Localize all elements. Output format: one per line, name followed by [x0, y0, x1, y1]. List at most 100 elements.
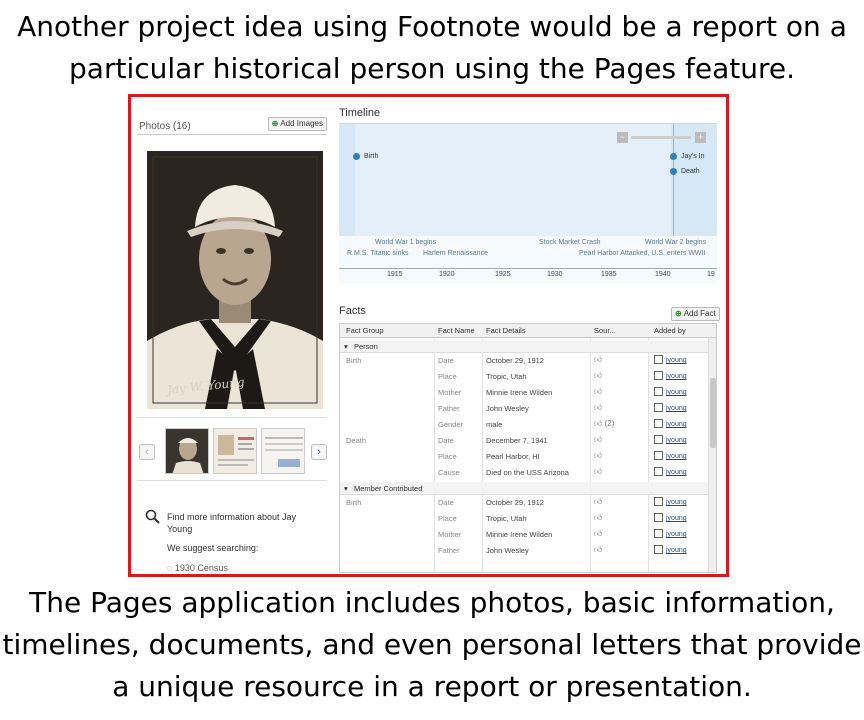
- header-fact-details[interactable]: Fact Details: [486, 326, 526, 335]
- cell-added-by[interactable]: jyoung: [654, 513, 687, 522]
- header-source[interactable]: Sour...: [594, 326, 616, 335]
- user-icon: [654, 545, 663, 554]
- timeline-event-label[interactable]: World War 2 begins: [645, 239, 706, 246]
- thumbs-up-icon[interactable]: 👍︎: [594, 529, 602, 538]
- table-row[interactable]: Place Pearl Harbor, HI 👍︎ jyoung: [340, 449, 710, 465]
- timeline-event-label[interactable]: World War 1 begins: [375, 239, 436, 246]
- cell-source[interactable]: 👍︎ (2): [594, 419, 614, 429]
- cell-fact-group: Birth: [346, 356, 362, 365]
- table-row[interactable]: Place Tropic, Utah 👍︎ jyoung: [340, 511, 710, 527]
- thumbs-up-icon[interactable]: 👍︎: [594, 467, 602, 476]
- cell-source[interactable]: 👍︎: [594, 467, 602, 477]
- added-by-link[interactable]: jyoung: [666, 453, 687, 460]
- cell-source[interactable]: 👍︎: [594, 371, 602, 381]
- thumbs-up-icon[interactable]: 👍︎: [594, 387, 602, 396]
- expand-icon[interactable]: ▾: [344, 484, 348, 493]
- table-row[interactable]: Birth Date October 29, 1912 👍︎ jyoung: [340, 353, 710, 369]
- cell-added-by[interactable]: jyoung: [654, 467, 687, 476]
- added-by-link[interactable]: jyoung: [666, 389, 687, 396]
- cell-added-by[interactable]: jyoung: [654, 371, 687, 380]
- timeline-event-label[interactable]: Stock Market Crash: [539, 239, 600, 246]
- timeline-event-dot[interactable]: [353, 153, 360, 160]
- added-by-link[interactable]: jyoung: [666, 437, 687, 444]
- thumbs-up-icon[interactable]: 👍︎: [594, 545, 602, 554]
- header-fact-group[interactable]: Fact Group: [346, 326, 384, 335]
- table-row[interactable]: Mother Minnie Irene Wilden 👍︎ jyoung: [340, 385, 710, 401]
- fact-group-row[interactable]: ▾ Person: [340, 340, 710, 353]
- cell-source[interactable]: 👍︎: [594, 435, 602, 445]
- photos-panel: Photos (16) ⊕ Add Images Jay W. Young ‹ …: [133, 99, 329, 574]
- main-photo[interactable]: Jay W. Young: [147, 151, 323, 409]
- timeline-event-dot[interactable]: [670, 168, 677, 175]
- table-row[interactable]: Birth Date October 29, 1912 👍︎ jyoung: [340, 495, 710, 511]
- cell-source[interactable]: 👍︎: [594, 513, 602, 523]
- census-link[interactable]: ◌ 1930 Census: [167, 563, 228, 573]
- census-label: 1930 Census: [174, 563, 228, 573]
- cell-added-by[interactable]: jyoung: [654, 497, 687, 506]
- table-row[interactable]: Gender male 👍︎ (2) jyoung: [340, 417, 710, 433]
- cell-source[interactable]: 👍︎: [594, 529, 602, 539]
- thumbs-up-icon[interactable]: 👍︎: [594, 355, 602, 364]
- photo-thumbnail[interactable]: [165, 428, 209, 474]
- added-by-link[interactable]: jyoung: [666, 373, 687, 380]
- add-images-button[interactable]: ⊕ Add Images: [267, 117, 327, 131]
- expand-icon[interactable]: ▾: [344, 342, 348, 351]
- cell-source[interactable]: 👍︎: [594, 497, 602, 507]
- cell-added-by[interactable]: jyoung: [654, 419, 687, 428]
- cell-source[interactable]: 👍︎: [594, 545, 602, 555]
- cell-source[interactable]: 👍︎: [594, 403, 602, 413]
- added-by-link[interactable]: jyoung: [666, 405, 687, 412]
- added-by-link[interactable]: jyoung: [666, 547, 687, 554]
- zoom-slider[interactable]: [631, 136, 691, 139]
- thumbs-up-icon[interactable]: 👍︎: [594, 419, 602, 428]
- cell-fact-name: Date: [438, 498, 454, 507]
- add-fact-button[interactable]: ⊕ Add Fact: [671, 307, 720, 321]
- cell-source[interactable]: 👍︎: [594, 451, 602, 461]
- added-by-link[interactable]: jyoung: [666, 499, 687, 506]
- zoom-out-button[interactable]: −: [617, 132, 628, 143]
- fact-group-row[interactable]: ▾ Member Contributed: [340, 482, 710, 495]
- table-row[interactable]: Mother Minnie Irene Wilden 👍︎ jyoung: [340, 527, 710, 543]
- photo-thumbnail[interactable]: [261, 428, 305, 474]
- table-row[interactable]: Death Date December 7, 1941 👍︎ jyoung: [340, 433, 710, 449]
- timeline-panel[interactable]: − + Birth Jay's In Death World War 1 beg…: [339, 123, 717, 284]
- table-row[interactable]: Cause Died on the USS Arizona 👍︎ jyoung: [340, 465, 710, 481]
- header-added-by[interactable]: Added by: [654, 326, 686, 335]
- cell-added-by[interactable]: jyoung: [654, 451, 687, 460]
- scrollbar-thumb[interactable]: [710, 378, 716, 448]
- table-row[interactable]: Father John Wesley 👍︎ jyoung: [340, 543, 710, 559]
- cell-added-by[interactable]: jyoung: [654, 435, 687, 444]
- timeline-event-dot[interactable]: [670, 153, 677, 160]
- thumbs-up-icon[interactable]: 👍︎: [594, 451, 602, 460]
- timeline-event-label[interactable]: R.M.S. Titanic sinks: [347, 250, 408, 257]
- cell-added-by[interactable]: jyoung: [654, 545, 687, 554]
- zoom-in-button[interactable]: +: [695, 132, 706, 143]
- thumbs-up-icon[interactable]: 👍︎: [594, 435, 602, 444]
- cell-added-by[interactable]: jyoung: [654, 355, 687, 364]
- added-by-link[interactable]: jyoung: [666, 469, 687, 476]
- cell-added-by[interactable]: jyoung: [654, 529, 687, 538]
- thumbs-up-icon[interactable]: 👍︎: [594, 371, 602, 380]
- table-row[interactable]: Place Tropic, Utah 👍︎ jyoung: [340, 369, 710, 385]
- footnote-pages-screenshot: Photos (16) ⊕ Add Images Jay W. Young ‹ …: [128, 94, 729, 577]
- added-by-link[interactable]: jyoung: [666, 357, 687, 364]
- timeline-event-label[interactable]: Pearl Harbor Attacked, U.S. enters WWII: [579, 250, 705, 257]
- photo-thumbnail[interactable]: [213, 428, 257, 474]
- thumbs-up-icon[interactable]: 👍︎: [594, 403, 602, 412]
- added-by-link[interactable]: jyoung: [666, 421, 687, 428]
- cell-added-by[interactable]: jyoung: [654, 387, 687, 396]
- prev-photos-button[interactable]: ‹: [139, 444, 155, 460]
- added-by-link[interactable]: jyoung: [666, 515, 687, 522]
- facts-scrollbar[interactable]: [708, 338, 716, 572]
- cell-source[interactable]: 👍︎: [594, 355, 602, 365]
- cell-added-by[interactable]: jyoung: [654, 403, 687, 412]
- thumbs-up-icon[interactable]: 👍︎: [594, 497, 602, 506]
- cell-source[interactable]: 👍︎: [594, 387, 602, 397]
- added-by-link[interactable]: jyoung: [666, 531, 687, 538]
- next-photos-button[interactable]: ›: [311, 444, 327, 460]
- thumbs-up-icon[interactable]: 👍︎: [594, 513, 602, 522]
- timeline-event-label[interactable]: Harlem Renaissance: [423, 250, 488, 257]
- timeline-tick: 1920: [439, 271, 455, 278]
- header-fact-name[interactable]: Fact Name: [438, 326, 475, 335]
- table-row[interactable]: Father John Wesley 👍︎ jyoung: [340, 401, 710, 417]
